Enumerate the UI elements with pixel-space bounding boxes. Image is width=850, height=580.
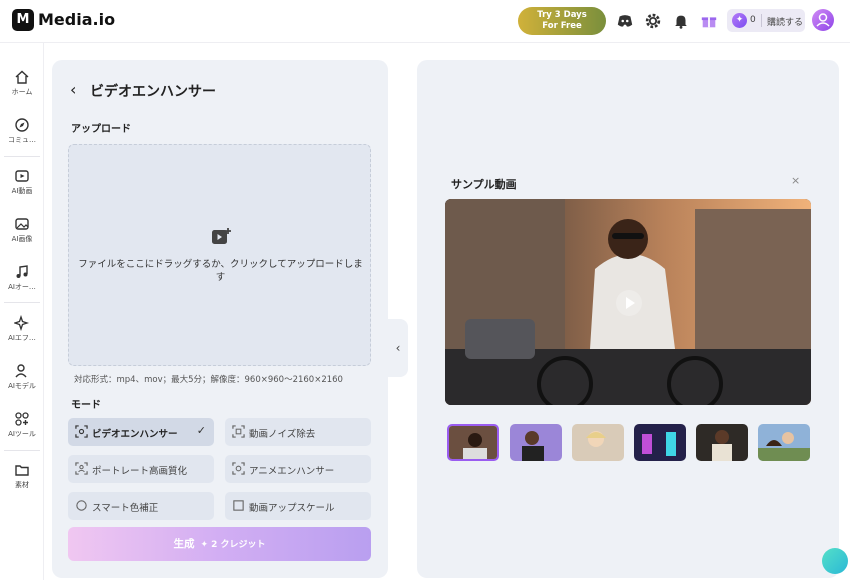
settings-gear-icon[interactable] — [644, 12, 662, 30]
sidebar-item-label: AI動画 — [11, 187, 33, 195]
credits-subscribe-button[interactable]: ✦ 0 購読する — [727, 9, 805, 32]
upscale-icon — [233, 500, 244, 511]
mode-video-upscale[interactable]: 動画アップスケール — [225, 492, 371, 520]
ai-audio-icon — [16, 265, 28, 278]
ai-image-icon — [15, 218, 29, 230]
play-icon[interactable] — [616, 290, 642, 316]
sample-thumbnail[interactable] — [634, 424, 686, 461]
chat-assistant-icon[interactable] — [822, 548, 848, 574]
generate-credit-cost: ✦ 2 クレジット — [200, 540, 266, 550]
mode-anime-enhancer[interactable]: アニメエンハンサー — [225, 455, 371, 483]
promo-line-2: For Free — [542, 21, 582, 31]
promo-line-1: Try 3 Days — [537, 10, 587, 20]
notification-bell-icon[interactable] — [672, 12, 690, 30]
frame-focus-icon — [75, 425, 88, 438]
folder-icon — [15, 465, 29, 476]
sidebar-item-label: ホーム — [11, 88, 33, 96]
ai-video-icon — [15, 170, 29, 182]
thumbnail-image — [449, 426, 497, 459]
sidebar-item-ai-effects[interactable]: AIエフ… — [0, 311, 44, 351]
ai-effects-icon — [14, 315, 30, 331]
thumbnail-image — [696, 424, 748, 461]
sample-video-title: サンプル動画 — [451, 178, 517, 191]
upload-dropzone[interactable]: ファイルをここにドラッグするか、クリックしてアップロードします — [68, 144, 371, 366]
credit-gem-icon: ✦ — [732, 13, 747, 28]
generate-label: 生成 — [173, 538, 195, 550]
sample-thumbnail[interactable] — [510, 424, 562, 461]
thumbnail-image — [510, 424, 562, 461]
mode-smart-color-correct[interactable]: スマート色補正 — [68, 492, 214, 520]
gift-icon[interactable] — [700, 12, 718, 30]
sidebar: ホーム コミュ… AI動画 AI画像 AIオー… AIエフ… AIモデル AIツ… — [0, 43, 44, 580]
enhancer-panel: ‹ ビデオエンハンサー アップロード ファイルをここにドラッグするか、クリックし… — [52, 60, 388, 578]
credits-divider — [761, 14, 762, 27]
chevron-left-icon: ‹ — [395, 341, 401, 355]
ai-model-icon — [15, 364, 27, 378]
sidebar-item-community[interactable]: コミュ… — [0, 113, 44, 153]
mode-label: 動画ノイズ除去 — [249, 429, 316, 440]
sidebar-item-ai-image[interactable]: AI画像 — [0, 212, 44, 252]
sample-thumbnail[interactable] — [447, 424, 499, 461]
upload-instructions: ファイルをここにドラッグするか、クリックしてアップロードします — [78, 259, 363, 283]
sidebar-divider — [4, 156, 40, 157]
sidebar-item-assets[interactable]: 素材 — [0, 458, 44, 498]
sidebar-divider — [4, 302, 40, 303]
mode-section-label: モード — [71, 400, 101, 411]
media-io-logo[interactable]: M — [12, 9, 34, 31]
mode-noise-removal[interactable]: 動画ノイズ除去 — [225, 418, 371, 446]
mode-label: スマート色補正 — [92, 503, 159, 514]
sidebar-item-label: AIツール — [8, 430, 36, 438]
user-icon — [816, 13, 830, 27]
color-correct-icon — [76, 500, 87, 511]
compass-icon — [15, 118, 29, 132]
sidebar-item-label: 素材 — [15, 481, 29, 489]
mode-portrait-enhance[interactable]: ポートレート高画質化 — [68, 455, 214, 483]
upload-video-icon — [212, 228, 231, 244]
portrait-icon — [75, 462, 88, 475]
back-chevron-icon[interactable]: ‹ — [70, 80, 76, 99]
sidebar-item-ai-tools[interactable]: AIツール — [0, 407, 44, 447]
close-icon[interactable]: × — [791, 174, 800, 187]
sidebar-item-label: コミュ… — [8, 136, 36, 144]
sample-video-player[interactable] — [445, 199, 811, 405]
denoise-icon — [232, 425, 245, 438]
mode-label: ビデオエンハンサー — [92, 429, 178, 440]
sidebar-item-ai-video[interactable]: AI動画 — [0, 164, 44, 204]
sidebar-item-label: AIオー… — [8, 283, 36, 291]
credits-count: 0 — [750, 15, 756, 25]
supported-formats-text: 対応形式：mp4、mov；最大5分；解像度：960×960〜2160×2160 — [74, 375, 343, 385]
home-icon — [15, 70, 29, 84]
upload-section-label: アップロード — [71, 124, 131, 135]
subscribe-label: 購読する — [767, 18, 804, 28]
mode-label: アニメエンハンサー — [249, 466, 335, 477]
discord-icon[interactable] — [616, 12, 634, 30]
thumbnail-image — [572, 424, 624, 461]
mode-label: ポートレート高画質化 — [92, 466, 188, 477]
sample-thumbnail[interactable] — [758, 424, 810, 461]
brand-name[interactable]: Media.io — [38, 10, 115, 29]
generate-button[interactable]: 生成 ✦ 2 クレジット — [68, 527, 371, 561]
page-title: ビデオエンハンサー — [90, 84, 216, 100]
top-bar: M Media.io Try 3 Days For Free ✦ 0 購読する — [0, 0, 850, 43]
sample-thumbnail[interactable] — [572, 424, 624, 461]
mode-label: 動画アップスケール — [249, 503, 335, 514]
sidebar-item-label: AIエフ… — [8, 334, 36, 342]
sidebar-item-ai-audio[interactable]: AIオー… — [0, 260, 44, 300]
sample-panel: サンプル動画 × — [417, 60, 839, 578]
sample-thumbnail[interactable] — [696, 424, 748, 461]
sidebar-item-ai-model[interactable]: AIモデル — [0, 359, 44, 399]
check-icon: ✓ — [196, 424, 206, 437]
mode-video-enhancer[interactable]: ビデオエンハンサー ✓ — [68, 418, 214, 446]
sidebar-divider — [4, 450, 40, 451]
thumbnail-image — [758, 424, 810, 461]
free-trial-promo-button[interactable]: Try 3 Days For Free — [518, 7, 606, 35]
collapse-panel-button[interactable]: ‹ — [388, 319, 408, 377]
sidebar-item-home[interactable]: ホーム — [0, 65, 44, 105]
thumbnail-image — [634, 424, 686, 461]
sidebar-item-label: AIモデル — [8, 382, 36, 390]
ai-tools-icon — [15, 412, 29, 426]
sidebar-item-label: AI画像 — [11, 235, 33, 243]
user-avatar[interactable] — [812, 9, 834, 31]
anime-icon — [232, 462, 245, 475]
